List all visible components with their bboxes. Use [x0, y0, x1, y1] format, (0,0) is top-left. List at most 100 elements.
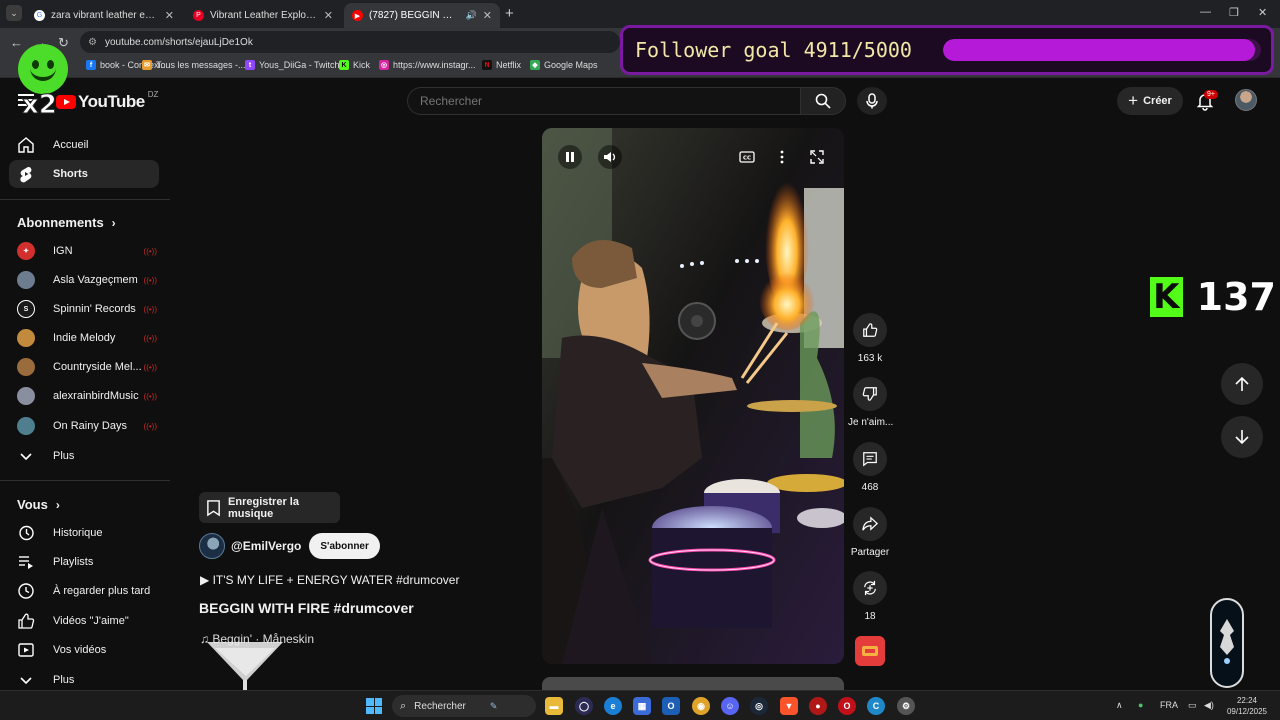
system-clock[interactable]: 22:24 09/12/2025	[1222, 695, 1272, 717]
account-avatar[interactable]	[1235, 89, 1257, 111]
app-red-icon[interactable]: ●	[809, 697, 827, 715]
shorts-video-player[interactable]: CC	[542, 128, 844, 664]
live-indicator-icon: ((•))	[143, 333, 157, 343]
sound-thumbnail[interactable]	[855, 636, 885, 666]
comments-action[interactable]: 468	[848, 442, 892, 493]
site-info-icon[interactable]: ⚙	[88, 37, 97, 48]
show-hidden-icons[interactable]: ∧	[1116, 700, 1123, 711]
captions-button[interactable]: CC	[735, 145, 759, 169]
bookmark-item[interactable]: ✉ Tous les messages -...	[142, 60, 246, 70]
kick-icon: K	[339, 60, 349, 70]
sidebar-item-more-subscriptions[interactable]: Plus	[9, 442, 159, 470]
bookmark-label: Kick	[353, 60, 371, 70]
language-indicator[interactable]: FRA	[1160, 700, 1178, 710]
sidebar-item-shorts[interactable]: Shorts	[9, 160, 159, 188]
subscriptions-heading[interactable]: Abonnements ›	[17, 215, 116, 230]
channel-handle[interactable]: @EmilVergo	[231, 539, 301, 553]
arrow-down-icon	[1235, 430, 1249, 445]
chrome-icon[interactable]: ◉	[692, 697, 710, 715]
outlook-icon[interactable]: O	[662, 697, 680, 715]
sidebar-item-liked-videos[interactable]: Vidéos "J'aime"	[9, 607, 159, 635]
bookmark-item[interactable]: N Netflix	[482, 60, 521, 70]
discord-icon[interactable]: ☺	[721, 697, 739, 715]
remix-button[interactable]	[853, 571, 887, 605]
closed-captions-icon: CC	[739, 151, 755, 163]
dislike-action[interactable]: Je n'aim...	[848, 377, 893, 428]
tab-search-button[interactable]: ⌄	[6, 5, 22, 21]
settings-icon[interactable]: ⚙	[897, 697, 915, 715]
sidebar-item-alexrainbird[interactable]: alexrainbirdMusic ((•))	[9, 382, 159, 410]
next-short-button[interactable]	[1221, 416, 1263, 458]
bookmark-item[interactable]: ◆ Google Maps	[530, 60, 598, 70]
remix-action[interactable]: 18	[848, 571, 892, 622]
share-action[interactable]: Partager	[848, 507, 892, 558]
brave-icon[interactable]: ▼	[780, 697, 798, 715]
restore-icon[interactable]: ❐	[1229, 6, 1239, 19]
reload-icon[interactable]: ↻	[58, 35, 69, 51]
dislike-button[interactable]	[853, 377, 887, 411]
store-icon[interactable]: ▦	[633, 697, 651, 715]
new-tab-button[interactable]: +	[505, 5, 514, 22]
sidebar-item-playlists[interactable]: Playlists	[9, 548, 159, 576]
search-box[interactable]	[407, 87, 801, 115]
short-title[interactable]: BEGGIN WITH FIRE #drumcover	[199, 600, 414, 616]
address-bar[interactable]: ⚙ youtube.com/shorts/ejauLjDe1Ok	[80, 31, 620, 53]
subscribe-button[interactable]: S'abonner	[309, 533, 380, 559]
search-button[interactable]	[800, 87, 846, 115]
like-action[interactable]: 163 k	[848, 313, 892, 364]
taskbar-search[interactable]: ⌕ Rechercher ✎	[392, 695, 536, 717]
volume-icon[interactable]: ◀)	[1204, 700, 1214, 711]
share-button[interactable]	[853, 507, 887, 541]
audio-playing-icon[interactable]: 🔊	[466, 10, 477, 21]
save-music-button[interactable]: Enregistrer la musique	[199, 492, 340, 523]
you-heading[interactable]: Vous ›	[17, 497, 60, 512]
close-window-icon[interactable]: ✕	[1258, 6, 1267, 19]
volume-button[interactable]	[598, 145, 622, 169]
sidebar-item-history[interactable]: Historique	[9, 519, 159, 547]
sidebar-item-your-videos[interactable]: Vos vidéos	[9, 636, 159, 664]
search-input[interactable]	[420, 94, 801, 108]
create-button[interactable]: + Créer	[1117, 87, 1183, 115]
short-description[interactable]: ▶ IT'S MY LIFE + ENERGY WATER #drumcover	[200, 573, 459, 587]
browser-tab-google[interactable]: G zara vibrant leather explosion p ✕	[26, 3, 182, 28]
edge-icon[interactable]: e	[604, 697, 622, 715]
back-icon[interactable]: ←	[10, 35, 23, 50]
close-tab-icon[interactable]: ✕	[324, 9, 333, 22]
bookmark-item[interactable]: K Kick	[339, 60, 370, 70]
windows-taskbar: ⌕ Rechercher ✎ ▬ ◯ e ▦ O ◉ ☺ ◎ ▼ ● O C ⚙…	[0, 690, 1280, 720]
sidebar-item-asla-vazgecmem[interactable]: Asla Vazgeçmem ((•))	[9, 266, 159, 294]
sidebar-item-indie-melody[interactable]: Indie Melody ((•))	[9, 324, 159, 352]
close-tab-icon[interactable]: ✕	[483, 9, 492, 22]
copilot-icon[interactable]: ◯	[575, 697, 593, 715]
more-options-button[interactable]	[770, 145, 794, 169]
channel-avatar[interactable]	[199, 533, 225, 559]
sidebar-item-countryside[interactable]: Countryside Mel... ((•))	[9, 353, 159, 381]
opera-icon[interactable]: O	[838, 697, 856, 715]
pause-button[interactable]	[558, 145, 582, 169]
comments-button[interactable]	[853, 442, 887, 476]
like-button[interactable]	[853, 313, 887, 347]
minimize-icon[interactable]: —	[1200, 6, 1211, 18]
voice-search-button[interactable]	[857, 87, 887, 115]
browser-tab-youtube[interactable]: ▶ (7827) BEGGIN WITH FIRE 🔊 ✕	[344, 3, 500, 28]
sidebar-item-on-rainy-days[interactable]: On Rainy Days ((•))	[9, 412, 159, 440]
bookmark-item[interactable]: t Yous_DiiGa - Twitch	[245, 60, 340, 70]
sidebar-item-spinnin-records[interactable]: S Spinnin' Records ((•))	[9, 295, 159, 323]
bookmark-item[interactable]: ◎ https://www.instagr...	[379, 60, 476, 70]
file-explorer-icon[interactable]: ▬	[545, 697, 563, 715]
close-tab-icon[interactable]: ✕	[165, 9, 174, 22]
sidebar-item-home[interactable]: Accueil	[9, 131, 159, 159]
tab-title: Vibrant Leather Explosion Zara	[210, 10, 318, 21]
next-short-preview[interactable]	[542, 677, 844, 690]
microphone-icon[interactable]: ●	[1138, 700, 1143, 710]
network-icon[interactable]: ▭	[1188, 700, 1197, 711]
browser-tab-pinterest[interactable]: P Vibrant Leather Explosion Zara ✕	[185, 3, 341, 28]
fullscreen-button[interactable]	[805, 145, 829, 169]
youtube-logo[interactable]: YouTube DZ	[56, 90, 158, 112]
steam-icon[interactable]: ◎	[750, 697, 768, 715]
previous-short-button[interactable]	[1221, 363, 1263, 405]
sidebar-item-ign[interactable]: ✦ IGN ((•))	[9, 237, 159, 265]
ccleaner-icon[interactable]: C	[867, 697, 885, 715]
sidebar-item-watch-later[interactable]: À regarder plus tard	[9, 577, 159, 605]
windows-start-icon[interactable]	[366, 698, 382, 714]
